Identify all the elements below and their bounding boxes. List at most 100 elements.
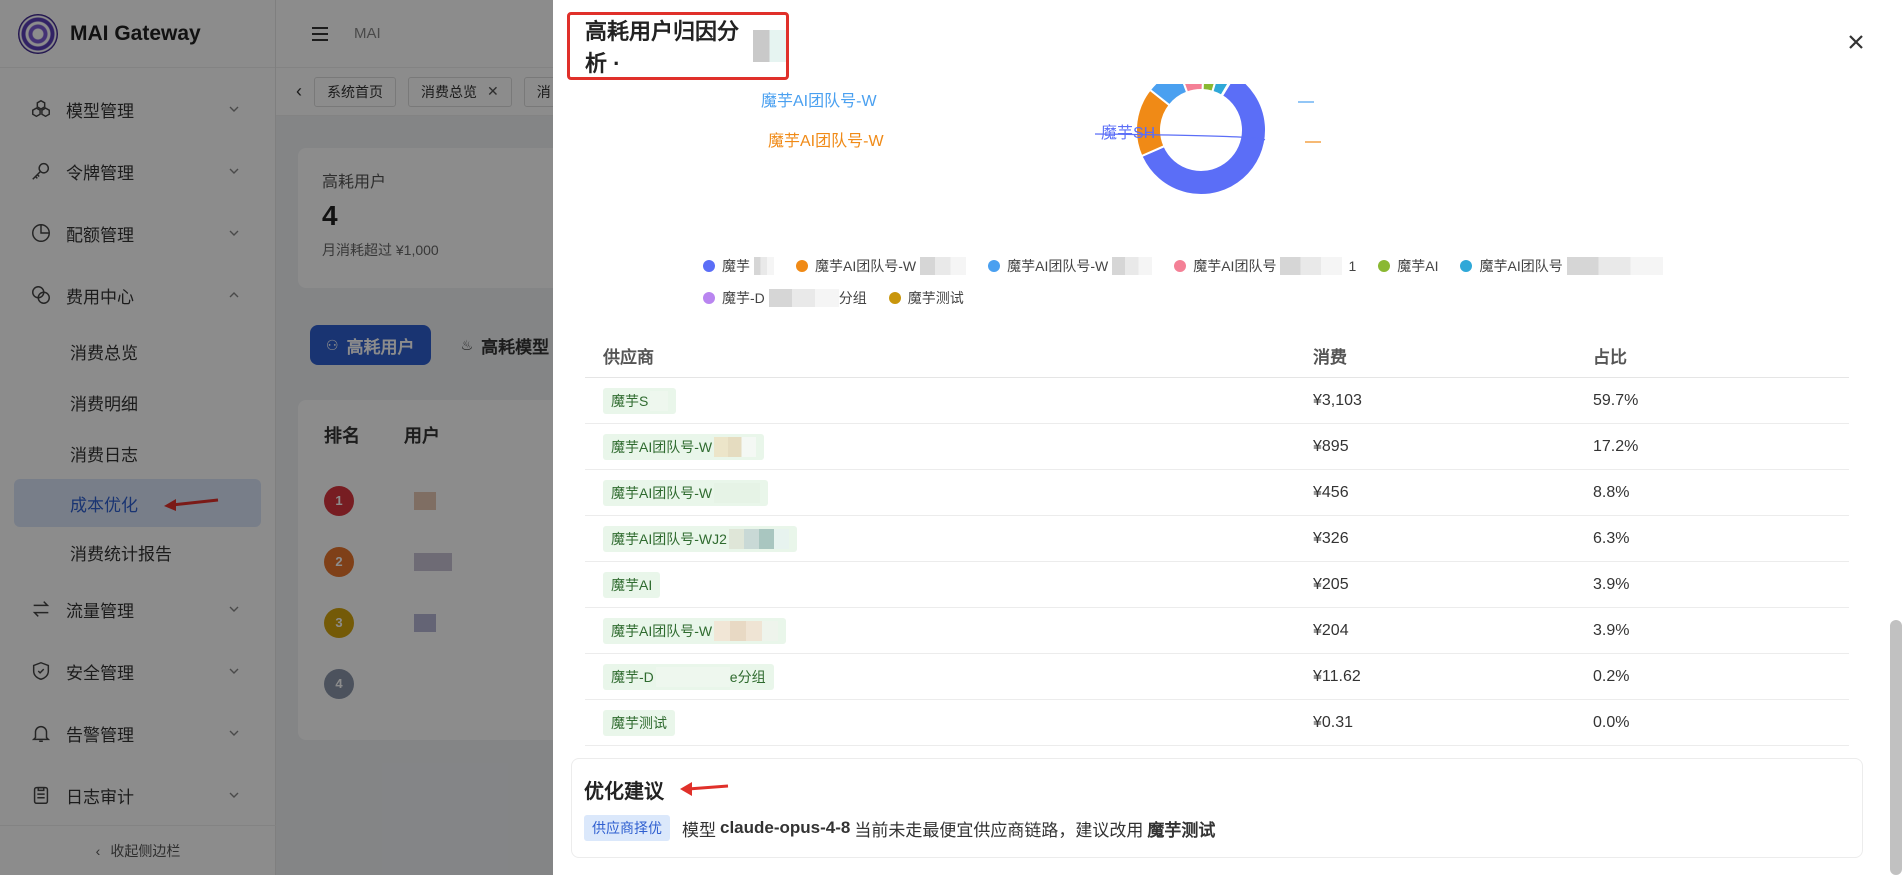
pct-cell: 59.7% [1593,391,1639,409]
table-row[interactable]: 魔芋AI ¥205 3.9% [585,562,1849,608]
suggestion-text-pre: 模型 [682,820,716,840]
legend-row: 魔芋 魔芋AI团队号-W 魔芋AI团队号-W 魔芋AI团队号 1 魔芋AI 魔芋A… [703,250,1863,282]
redaction-mask [920,257,967,275]
suggestion-target: 魔芋测试 [1147,820,1216,840]
vendor-cell: 魔芋-D e分组 [585,663,1313,690]
cost-cell: ¥895 [1313,437,1349,455]
legend-dot [796,260,808,272]
vendor-table: 供应商 消费 占比 魔芋S ¥3,103 59.7% 魔芋AI团队号-W ¥89… [585,334,1849,746]
redaction-mask [650,390,669,411]
legend-suffix: 分组 [838,290,867,306]
redaction-mask [1566,257,1663,275]
legend-item[interactable]: 魔芋AI团队号-W [988,256,1153,276]
vendor-cell: 魔芋AI团队号-W [585,479,1313,506]
pct-cell: 17.2% [1593,437,1639,455]
slice-label: 魔芋SH [1101,124,1155,142]
cost-cell: ¥3,103 [1313,391,1362,409]
pct-cell: 0.2% [1593,667,1630,685]
vendor-name: 魔芋AI团队号-W [611,622,713,639]
legend-item[interactable]: 魔芋AI团队号 [1460,256,1663,276]
suggestion-title: 优化建议 [584,781,664,803]
chart-legend: 魔芋 魔芋AI团队号-W 魔芋AI团队号-W 魔芋AI团队号 1 魔芋AI 魔芋A… [703,250,1863,314]
pct-cell: 6.3% [1593,529,1630,547]
legend-dot [1174,260,1187,272]
drawer-header: 高耗用户归因分析 · [553,0,1902,84]
legend-dot [1460,260,1473,272]
legend-label: 魔芋AI团队号-W [1007,258,1109,274]
legend-item[interactable]: 魔芋测试 [888,288,964,308]
legend-label: 魔芋AI团队号 [1479,258,1563,274]
legend-item[interactable]: 魔芋 [703,256,774,276]
slice-label: 魔芋AI团队号-W [768,132,884,150]
redaction-mask [728,528,789,549]
legend-label: 魔芋AI [1397,258,1439,274]
legend-label: 魔芋AI团队号 [1193,258,1277,274]
pct-cell: 3.9% [1593,621,1630,639]
vendor-tag: 魔芋AI [603,571,661,598]
connector [1187,98,1193,106]
table-row[interactable]: 魔芋测试 ¥0.31 0.0% [585,700,1849,746]
vendor-tag: 魔芋-D e分组 [603,663,774,690]
table-header: 供应商 消费 占比 [585,334,1849,378]
redaction-mask [1112,257,1153,275]
redaction-mask [655,666,730,687]
vendor-cell: 魔芋AI [585,571,1313,598]
table-row[interactable]: 魔芋-D e分组 ¥11.62 0.2% [585,654,1849,700]
legend-item[interactable]: 魔芋-D 分组 [703,288,867,308]
vendor-tag: 魔芋AI团队号-W [603,479,769,506]
table-row[interactable]: 魔芋AI团队号-W ¥456 8.8% [585,470,1849,516]
vendor-cell: 魔芋AI团队号-W [585,433,1313,460]
table-row[interactable]: 魔芋AI团队号-WJ2 ¥326 6.3% [585,516,1849,562]
vendor-cell: 魔芋测试 [585,709,1313,736]
redaction-mask [714,436,757,457]
redaction-mask [714,620,779,641]
annotation-arrow [680,782,729,796]
vendor-name: 魔芋AI团队号-WJ2 [611,530,727,547]
vendor-cell: 魔芋S [585,387,1313,414]
suggestion-line: 供应商择优 模型 claude-opus-4-8 当前未走最便宜供应商链路，建议… [584,815,1219,841]
vendor-name: 魔芋-D [611,668,654,685]
suggestion-tag: 供应商择优 [584,815,670,841]
legend-dot [1378,260,1391,272]
cost-cell: ¥0.31 [1313,713,1354,731]
col-pct: 占比 [1593,348,1627,367]
vendor-tag: 魔芋AI团队号-WJ2 [603,525,797,552]
pct-cell: 8.8% [1593,483,1630,501]
col-cost: 消费 [1313,348,1347,367]
table-row[interactable]: 魔芋AI团队号-W ¥204 3.9% [585,608,1849,654]
table-row[interactable]: 魔芋AI团队号-W ¥895 17.2% [585,424,1849,470]
legend-suffix: 1 [1348,258,1357,274]
drawer-title: 高耗用户归因分析 · [585,19,740,76]
attribution-drawer: 魔芋AI团队号-WJ2 魔芋AI团队号-W 魔芋AI团队号-W 魔芋SH 魔芋 魔芋A… [553,0,1902,875]
cost-cell: ¥204 [1313,621,1349,639]
slice-label: 魔芋AI团队号-W [761,92,877,110]
cost-cell: ¥205 [1313,575,1349,593]
cost-cell: ¥456 [1313,483,1349,501]
legend-item[interactable]: 魔芋AI团队号-W [796,256,967,276]
legend-item[interactable]: 魔芋AI团队号 1 [1174,256,1356,276]
suggestion-model: claude-opus-4-8 [720,818,851,837]
table-row[interactable]: 魔芋S ¥3,103 59.7% [585,378,1849,424]
legend-dot [988,260,1001,272]
cost-cell: ¥326 [1313,529,1349,547]
suggestion-text-mid: 当前未走最便宜供应商链路，建议改用 [854,820,1144,840]
legend-dot [703,260,715,272]
redaction-mask [754,257,774,275]
vendor-name: 魔芋AI团队号-W [611,484,713,501]
legend-item[interactable]: 魔芋AI [1378,256,1438,276]
vendor-tag: 魔芋测试 [603,709,675,736]
close-icon[interactable] [1844,30,1868,54]
connector [1165,142,1189,144]
drawer-title-highlight: 高耗用户归因分析 · [567,12,789,80]
vendor-name: 魔芋AI [611,576,653,593]
legend-dot [888,292,901,304]
redaction-mask [1280,257,1343,275]
scrollbar-thumb[interactable] [1890,620,1902,875]
vendor-tag: 魔芋AI团队号-W [603,617,787,644]
vendor-cell: 魔芋AI团队号-W [585,617,1313,644]
vendor-suffix: e分组 [729,668,766,685]
legend-label: 魔芋测试 [907,290,964,306]
col-vendor: 供应商 [603,348,654,367]
vendor-name: 魔芋测试 [611,714,667,731]
vendor-name: 魔芋S [611,392,649,409]
